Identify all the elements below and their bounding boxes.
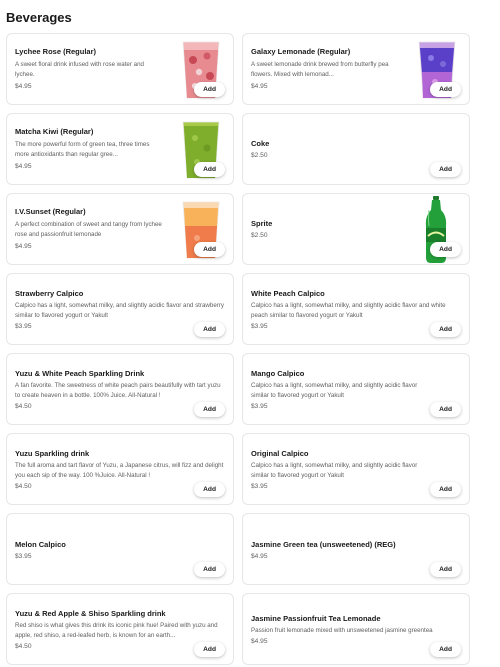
item-name: Yuzu & White Peach Sparkling Drink [15, 369, 145, 378]
item-price: $4.95 [15, 243, 32, 250]
item-price: $4.50 [15, 483, 32, 490]
item-description: The more powerful form of green tea, thr… [15, 141, 150, 158]
section-title: Beverages [6, 10, 72, 25]
item-name: Galaxy Lemonade (Regular) [251, 47, 351, 56]
item-description: A fan favorite. The sweetness of white p… [15, 382, 221, 399]
item-price: $3.95 [251, 323, 268, 330]
add-button[interactable]: Add [430, 562, 461, 577]
item-name: Matcha Kiwi (Regular) [15, 127, 94, 136]
item-price: $3.95 [15, 323, 32, 330]
item-price: $4.95 [15, 163, 32, 170]
add-button[interactable]: Add [194, 242, 225, 257]
add-button[interactable]: Add [430, 402, 461, 417]
item-description: Calpico has a light, somewhat milky, and… [251, 462, 418, 479]
menu-item-card[interactable]: Original Calpico Calpico has a light, so… [242, 433, 470, 505]
menu-item-card[interactable]: Coke $2.50 Add [242, 113, 470, 185]
item-name: Coke [251, 139, 270, 148]
item-price: $4.95 [251, 638, 268, 645]
item-description: Calpico has a light, somewhat milky, and… [15, 302, 224, 319]
menu-item-card[interactable]: Melon Calpico $3.95 Add [6, 513, 234, 585]
item-name: Mango Calpico [251, 369, 305, 378]
add-button[interactable]: Add [194, 562, 225, 577]
item-name: Yuzu Sparkling drink [15, 449, 90, 458]
item-description: Calpico has a light, somewhat milky, and… [251, 302, 446, 319]
add-button[interactable]: Add [194, 82, 225, 97]
menu-item-card[interactable]: Jasmine Green tea (unsweetened) (REG) $4… [242, 513, 470, 585]
add-button[interactable]: Add [430, 642, 461, 657]
add-button[interactable]: Add [194, 322, 225, 337]
menu-item-card[interactable]: Mango Calpico Calpico has a light, somew… [242, 353, 470, 425]
item-price: $3.95 [251, 483, 268, 490]
item-name: Strawberry Calpico [15, 289, 84, 298]
item-description: The full aroma and tart flavor of Yuzu, … [15, 462, 224, 479]
add-button[interactable]: Add [194, 482, 225, 497]
item-name: Melon Calpico [15, 540, 66, 549]
item-name: Jasmine Green tea (unsweetened) (REG) [251, 540, 396, 549]
item-price: $4.50 [15, 403, 32, 410]
item-description: A sweet floral drink infused with rose w… [15, 61, 144, 78]
item-name: Lychee Rose (Regular) [15, 47, 96, 56]
menu-item-card[interactable]: Jasmine Passionfruit Tea Lemonade Passio… [242, 593, 470, 665]
menu-item-card[interactable]: Yuzu & Red Apple & Shiso Sparkling drink… [6, 593, 234, 665]
item-description: A sweet lemonade drink brewed from butte… [251, 61, 389, 78]
item-description: Red shiso is what gives this drink its i… [15, 622, 218, 639]
add-button[interactable]: Add [430, 162, 461, 177]
item-price: $4.50 [15, 643, 32, 650]
item-name: Yuzu & Red Apple & Shiso Sparkling drink [15, 609, 166, 618]
menu-item-card[interactable]: Lychee Rose (Regular) A sweet floral dri… [6, 33, 234, 105]
add-button[interactable]: Add [194, 402, 225, 417]
menu-item-card[interactable]: I.V.Sunset (Regular) A perfect combinati… [6, 193, 234, 265]
item-price: $4.95 [15, 83, 32, 90]
item-description: Calpico has a light, somewhat milky, and… [251, 382, 418, 399]
add-button[interactable]: Add [430, 322, 461, 337]
menu-item-card[interactable]: Yuzu Sparkling drink The full aroma and … [6, 433, 234, 505]
item-name: I.V.Sunset (Regular) [15, 207, 86, 216]
item-price: $3.95 [15, 553, 32, 560]
item-name: White Peach Calpico [251, 289, 325, 298]
menu-item-card[interactable]: Sprite $2.50 Add [242, 193, 470, 265]
item-name: Sprite [251, 219, 273, 228]
item-name: Jasmine Passionfruit Tea Lemonade [251, 614, 381, 623]
item-price: $2.50 [251, 152, 268, 159]
item-price: $2.50 [251, 232, 268, 239]
item-price: $4.95 [251, 553, 268, 560]
menu-item-card[interactable]: Galaxy Lemonade (Regular) A sweet lemona… [242, 33, 470, 105]
add-button[interactable]: Add [430, 82, 461, 97]
item-name: Original Calpico [251, 449, 309, 458]
menu-item-card[interactable]: Strawberry Calpico Calpico has a light, … [6, 273, 234, 345]
item-price: $4.95 [251, 83, 268, 90]
add-button[interactable]: Add [430, 242, 461, 257]
item-description: Passion fruit lemonade mixed with unswee… [251, 627, 433, 634]
menu-item-card[interactable]: White Peach Calpico Calpico has a light,… [242, 273, 470, 345]
menu-item-card[interactable]: Yuzu & White Peach Sparkling Drink A fan… [6, 353, 234, 425]
add-button[interactable]: Add [194, 642, 225, 657]
add-button[interactable]: Add [194, 162, 225, 177]
menu-item-card[interactable]: Matcha Kiwi (Regular) The more powerful … [6, 113, 234, 185]
add-button[interactable]: Add [430, 482, 461, 497]
item-description: A perfect combination of sweet and tangy… [15, 221, 162, 238]
item-price: $3.95 [251, 403, 268, 410]
